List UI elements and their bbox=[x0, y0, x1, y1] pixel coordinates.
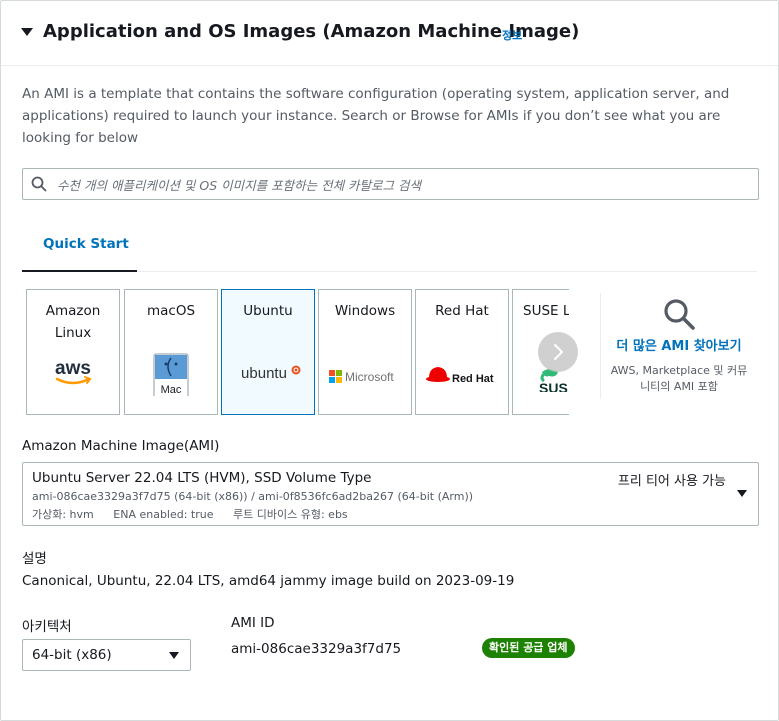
svg-text:Red Hat: Red Hat bbox=[452, 373, 494, 385]
section-description: An AMI is a template that contains the s… bbox=[22, 86, 730, 146]
mac-logo-icon: Mac bbox=[153, 353, 189, 396]
caret-down-icon[interactable] bbox=[21, 28, 33, 36]
os-tile-label: Ubuntu bbox=[243, 303, 293, 319]
browse-more-amis-subtext: AWS, Marketplace 및 커뮤니티의 AMI 포함 bbox=[610, 364, 748, 393]
ami-section-panel: Application and OS Images (Amazon Machin… bbox=[0, 0, 779, 721]
os-tile-label: SUSE Li bbox=[523, 303, 569, 319]
aws-logo-icon: aws bbox=[55, 358, 92, 385]
os-tile-ubuntu[interactable]: Ubuntu ubuntu bbox=[221, 289, 315, 415]
ami-select[interactable]: Ubuntu Server 22.04 LTS (HVM), SSD Volum… bbox=[22, 462, 759, 526]
browse-more-amis-link[interactable]: 더 많은 AMI 찾아보기 bbox=[601, 335, 757, 354]
ubuntu-logo-icon: ubuntu bbox=[241, 365, 301, 382]
redhat-logo-icon: Red Hat bbox=[426, 367, 494, 385]
ami-id-label: AMI ID bbox=[231, 615, 275, 631]
ami-id-value: ami-086cae3329a3f7d75 bbox=[231, 641, 402, 657]
os-tile-label: Red Hat bbox=[435, 303, 489, 319]
svg-text:ubuntu: ubuntu bbox=[241, 365, 287, 382]
caret-down-icon bbox=[169, 652, 179, 659]
catalog-search[interactable] bbox=[22, 168, 759, 201]
os-tile-windows[interactable]: Windows Microsoft bbox=[318, 289, 412, 415]
svg-text:Mac: Mac bbox=[161, 384, 182, 396]
os-tile-amazon-linux[interactable]: Amazon Linux aws bbox=[26, 289, 120, 415]
search-icon bbox=[31, 176, 47, 192]
microsoft-logo-icon: Microsoft bbox=[329, 370, 394, 384]
architecture-select[interactable]: 64-bit (x86) bbox=[22, 639, 191, 671]
architecture-label: 아키텍처 bbox=[22, 619, 72, 635]
svg-text:aws: aws bbox=[55, 358, 91, 379]
tab-quick-start[interactable]: Quick Start bbox=[22, 225, 137, 272]
section-header[interactable]: Application and OS Images (Amazon Machin… bbox=[1, 1, 778, 66]
os-tile-label: Windows bbox=[334, 303, 396, 319]
chevron-right-icon bbox=[554, 344, 563, 360]
ami-root-device: 루트 디바이스 유형: ebs bbox=[233, 508, 348, 521]
os-tile-label: macOS bbox=[146, 303, 196, 319]
tiles-next-button[interactable] bbox=[538, 332, 578, 372]
architecture-value: 64-bit (x86) bbox=[32, 647, 112, 663]
free-tier-label: 프리 티어 사용 가능 bbox=[617, 474, 726, 489]
caret-down-icon bbox=[737, 490, 747, 497]
ami-selected-ids: ami-086cae3329a3f7d75 (64-bit (x86)) / a… bbox=[32, 490, 474, 503]
ami-attributes: 가상화: hvm ENA enabled: true 루트 디바이스 유형: e… bbox=[32, 506, 364, 522]
search-icon bbox=[664, 299, 695, 330]
os-tile-label: Amazon Linux bbox=[45, 303, 101, 341]
os-tile-red-hat[interactable]: Red Hat Red Hat bbox=[415, 289, 509, 415]
search-input[interactable] bbox=[55, 169, 749, 201]
tab-label: Quick Start bbox=[43, 236, 129, 252]
svg-text:Microsoft: Microsoft bbox=[345, 370, 394, 384]
info-link[interactable]: 정보 bbox=[502, 27, 522, 43]
ami-label: Amazon Machine Image(AMI) bbox=[22, 438, 220, 454]
tab-bar: Quick Start bbox=[22, 225, 757, 272]
ami-selected-name: Ubuntu Server 22.04 LTS (HVM), SSD Volum… bbox=[32, 470, 372, 486]
description-text: Canonical, Ubuntu, 22.04 LTS, amd64 jamm… bbox=[22, 573, 515, 589]
svg-text:SUS: SUS bbox=[539, 380, 568, 392]
section-title: Application and OS Images (Amazon Machin… bbox=[43, 21, 580, 42]
ami-virtualization: 가상화: hvm bbox=[32, 508, 94, 521]
os-tile-macos[interactable]: macOS Mac bbox=[124, 289, 218, 415]
description-label: 설명 bbox=[22, 551, 47, 567]
ami-ena: ENA enabled: true bbox=[113, 508, 214, 521]
verified-provider-badge: 확인된 공급 업체 bbox=[482, 638, 575, 658]
